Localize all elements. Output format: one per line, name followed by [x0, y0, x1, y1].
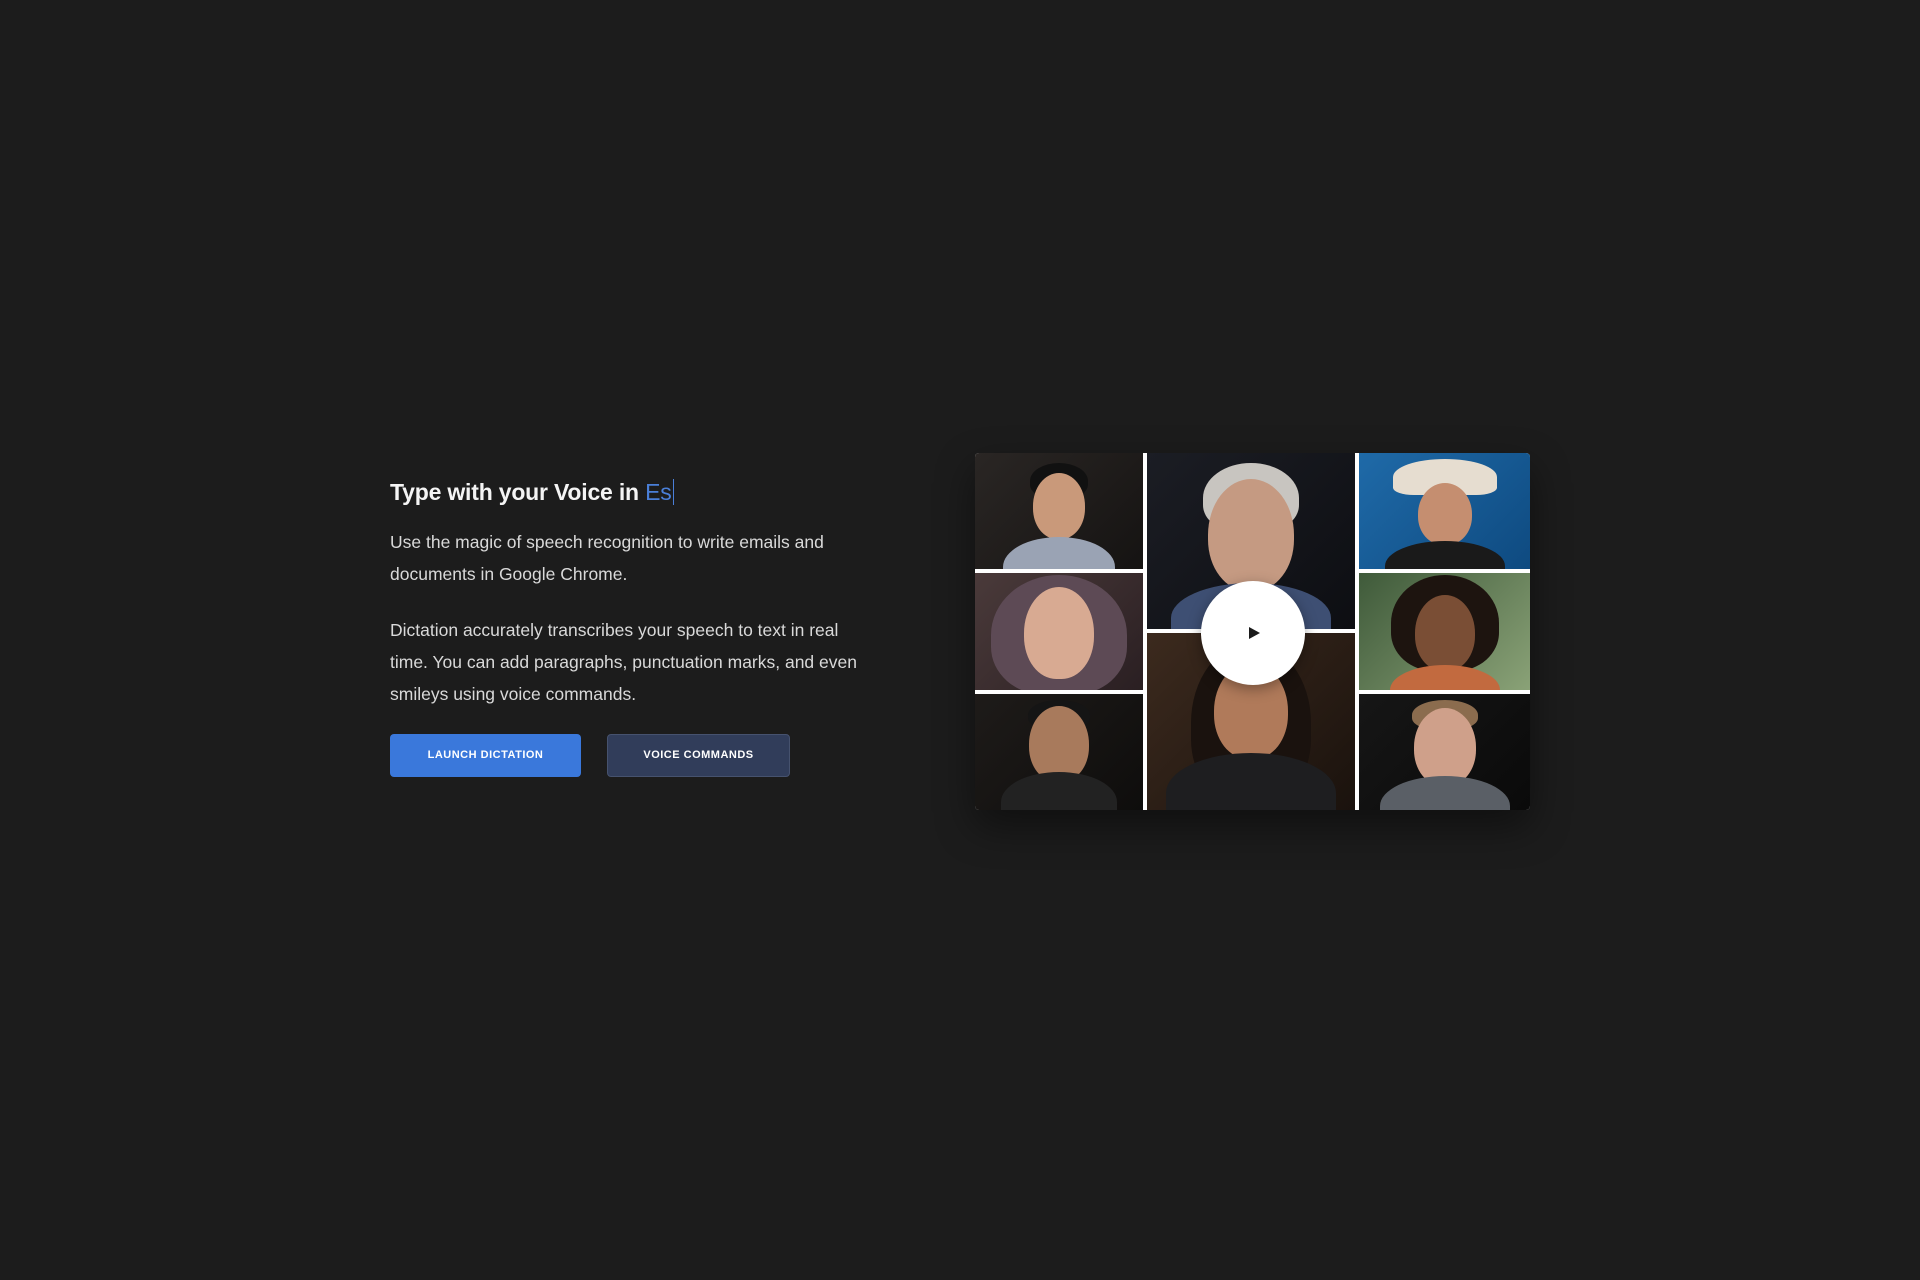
- play-icon: [1249, 627, 1260, 639]
- headline-language: Es: [645, 479, 672, 505]
- video-play-button[interactable]: [1201, 581, 1305, 685]
- voice-commands-button[interactable]: VOICE COMMANDS: [607, 733, 790, 777]
- launch-dictation-button[interactable]: LAUNCH DICTATION: [390, 733, 581, 777]
- hero-paragraph-intro: Use the magic of speech recognition to w…: [390, 531, 824, 584]
- hero-paragraph-details: Dictation accurately transcribes your sp…: [390, 619, 857, 704]
- portrait-woman-curly-hair: [1359, 573, 1530, 690]
- hero-headline: Type with your Voice in Es: [390, 478, 870, 508]
- portrait-young-man: [975, 453, 1143, 569]
- portrait-man-hoodie: [1359, 694, 1530, 810]
- page: Type with your Voice in Es Use the magic…: [0, 0, 1920, 1280]
- hero-text: Type with your Voice in Es Use the magic…: [390, 478, 870, 777]
- typing-caret: [672, 479, 674, 505]
- portrait-smiling-man-beard: [975, 694, 1143, 810]
- portrait-man-cowboy-hat: [1359, 453, 1530, 569]
- headline-prefix: Type with your Voice in: [390, 479, 639, 505]
- video-collage[interactable]: [975, 453, 1530, 810]
- hero-buttons: LAUNCH DICTATION VOICE COMMANDS: [390, 733, 870, 777]
- portrait-woman-headscarf: [975, 573, 1143, 690]
